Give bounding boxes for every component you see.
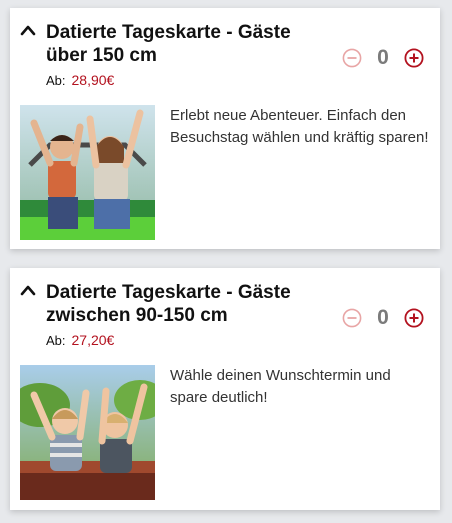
price-row: Ab: 27,20€ — [46, 332, 114, 348]
price-value: 28,90€ — [71, 72, 115, 88]
quantity-stepper: 0 — [342, 306, 424, 330]
product-description: Wähle deinen Wunschtermin und spare deut… — [170, 367, 391, 406]
product-description: Erlebt neue Abenteuer. Einfach den Besuc… — [170, 107, 429, 146]
rollercoaster-adults-photo — [20, 105, 155, 240]
chevron-up-icon[interactable] — [20, 284, 36, 296]
quantity-value: 0 — [377, 306, 389, 329]
decrease-quantity-button[interactable] — [342, 48, 362, 68]
quantity-stepper: 0 — [342, 46, 424, 70]
chevron-up-icon[interactable] — [20, 24, 36, 36]
increase-quantity-button[interactable] — [404, 48, 424, 68]
product-title: Datierte Tageskarte - Gäste zwischen 90-… — [46, 282, 291, 326]
product-card-adult: Datierte Tageskarte - Gäste über 150 cm … — [10, 8, 440, 249]
price-value: 27,20€ — [71, 332, 115, 348]
price-row: Ab: 28,90€ — [46, 72, 114, 88]
price-prefix: Ab: — [46, 333, 66, 348]
rollercoaster-kids-photo — [20, 365, 155, 500]
increase-quantity-button[interactable] — [404, 308, 424, 328]
product-title: Datierte Tageskarte - Gäste über 150 cm — [46, 22, 291, 66]
quantity-value: 0 — [377, 46, 389, 69]
decrease-quantity-button[interactable] — [342, 308, 362, 328]
price-prefix: Ab: — [46, 73, 66, 88]
product-card-child: Datierte Tageskarte - Gäste zwischen 90-… — [10, 268, 440, 510]
